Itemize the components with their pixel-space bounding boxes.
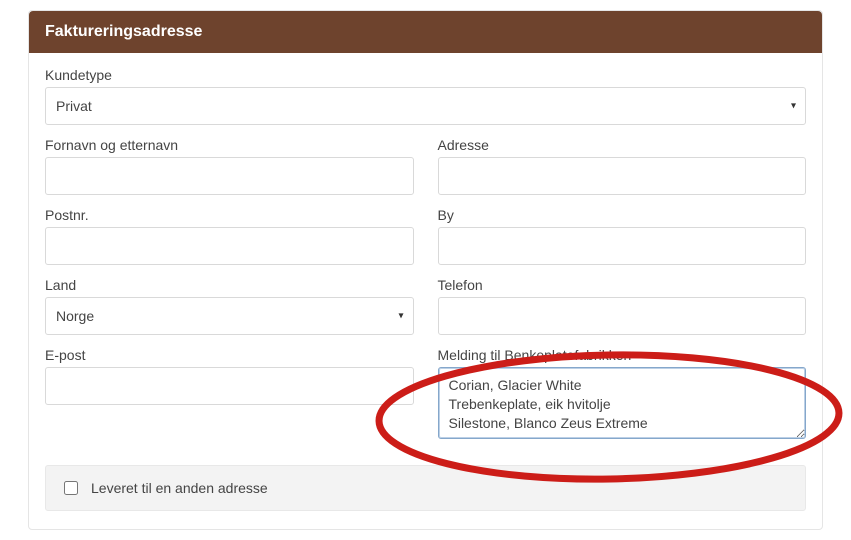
fornavn-label: Fornavn og etternavn — [45, 137, 414, 153]
epost-input[interactable] — [45, 367, 414, 405]
melding-textarea[interactable] — [438, 367, 807, 439]
card-header: Faktureringsadresse — [29, 11, 822, 53]
card-title: Faktureringsadresse — [45, 23, 202, 40]
other-address-label: Leveret til en anden adresse — [91, 480, 268, 496]
kundetype-select-wrap: Privat ▾ — [45, 87, 806, 125]
telefon-label: Telefon — [438, 277, 807, 293]
card-body: Kundetype Privat ▾ Fornavn og etternavn … — [29, 53, 822, 529]
other-address-checkbox[interactable] — [64, 481, 78, 495]
by-input[interactable] — [438, 227, 807, 265]
by-label: By — [438, 207, 807, 223]
telefon-input[interactable] — [438, 297, 807, 335]
adresse-label: Adresse — [438, 137, 807, 153]
land-label: Land — [45, 277, 414, 293]
postnr-label: Postnr. — [45, 207, 414, 223]
adresse-input[interactable] — [438, 157, 807, 195]
melding-label: Melding til Benkeplatefabrikken — [438, 347, 807, 363]
kundetype-label: Kundetype — [45, 67, 806, 83]
land-select-wrap: Norge ▾ — [45, 297, 414, 335]
land-select[interactable]: Norge — [45, 297, 414, 335]
kundetype-select[interactable]: Privat — [45, 87, 806, 125]
other-address-block[interactable]: Leveret til en anden adresse — [45, 465, 806, 511]
billing-address-card: Faktureringsadresse Kundetype Privat ▾ F… — [28, 10, 823, 530]
postnr-input[interactable] — [45, 227, 414, 265]
fornavn-input[interactable] — [45, 157, 414, 195]
epost-label: E-post — [45, 347, 414, 363]
